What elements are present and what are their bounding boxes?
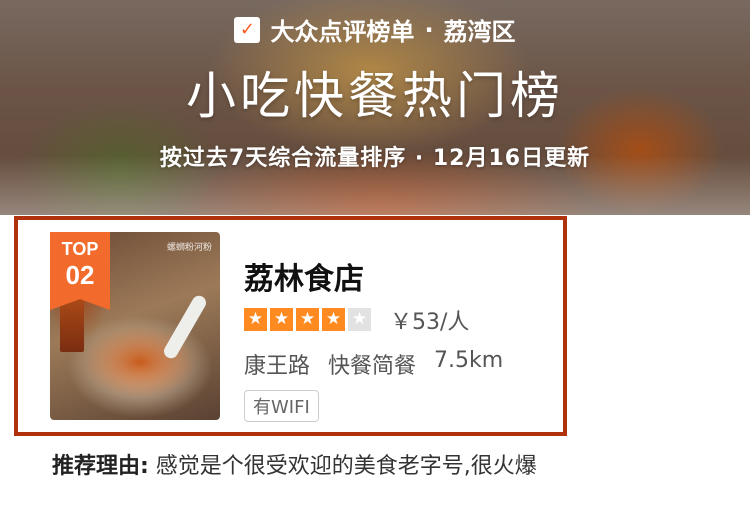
star-icon: ★ — [270, 308, 293, 331]
street-label: 康王路 — [244, 354, 311, 379]
restaurant-card[interactable]: 螺蛳粉河粉 TOP 02 荔林食店 ★ ★ ★ ★ ★ ￥53/人 康王路 快餐… — [14, 216, 567, 436]
star-icon: ★ — [322, 308, 345, 331]
page-subtitle: 按过去7天综合流量排序 · 12月16日更新 — [159, 146, 591, 171]
rank-badge: TOP 02 — [50, 232, 110, 310]
thumbnail-watermark: 螺蛳粉河粉 — [166, 243, 212, 253]
feature-tag: 有WIFI — [244, 390, 319, 422]
check-tag-icon: ✓ — [234, 16, 261, 43]
restaurant-meta: 康王路 快餐简餐 7.5km — [244, 348, 503, 380]
recommendation-reason: 推荐理由: 感觉是个很受欢迎的美食老字号,很火爆 — [52, 448, 537, 480]
page-title: 小吃快餐热门榜 — [186, 67, 564, 125]
category-label: 快餐简餐 — [328, 354, 417, 379]
reason-label: 推荐理由: — [52, 454, 149, 479]
brand-name: 大众点评榜单 — [270, 18, 415, 46]
distance-label: 7.5km — [434, 348, 504, 373]
price-per-person: ￥53/人 — [390, 310, 470, 335]
star-icon: ★ — [348, 308, 371, 331]
reason-text: 感觉是个很受欢迎的美食老字号,很火爆 — [148, 454, 537, 479]
brand-row: ✓ 大众点评榜单 · 荔湾区 — [0, 12, 750, 47]
ranking-banner: ✓ 大众点评榜单 · 荔湾区 小吃快餐热门榜 按过去7天综合流量排序 · 12月… — [0, 0, 750, 215]
rank-number: 02 — [65, 260, 95, 290]
thumbnail-spoon — [161, 293, 209, 361]
district-name: 荔湾区 — [443, 18, 516, 46]
star-icon: ★ — [296, 308, 319, 331]
restaurant-name[interactable]: 荔林食店 — [244, 254, 364, 298]
star-icon: ★ — [244, 308, 267, 331]
rank-top-label: TOP — [61, 239, 99, 259]
rating-stars: ★ ★ ★ ★ ★ — [244, 308, 371, 331]
brand-separator: · — [424, 15, 434, 44]
